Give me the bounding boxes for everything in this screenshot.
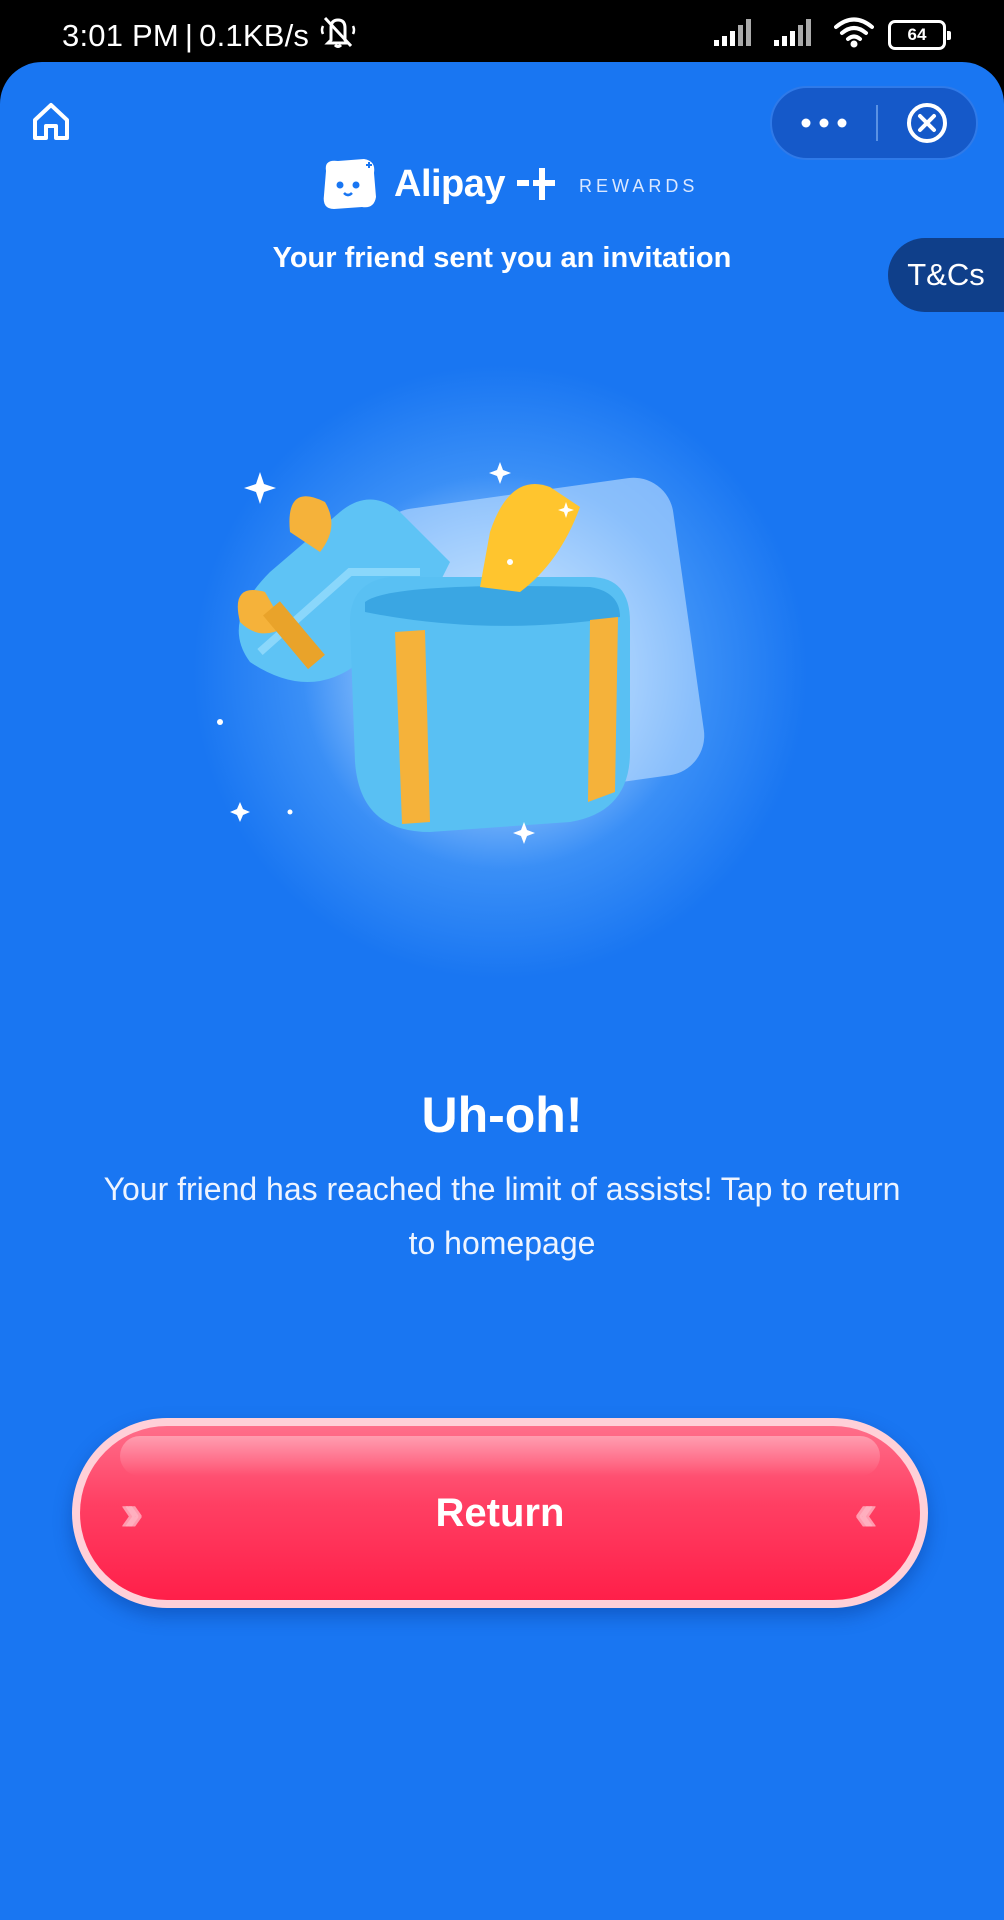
mascot-logo-icon	[323, 159, 376, 209]
return-button-label: Return	[435, 1490, 565, 1535]
home-button[interactable]	[28, 98, 74, 144]
brand-logo: Alipay REWARDS	[316, 148, 698, 220]
status-right: 64	[714, 16, 951, 53]
more-icon	[801, 118, 847, 128]
app-screen: Alipay REWARDS Your friend sent you an i…	[0, 62, 1004, 1920]
tncs-button[interactable]: T&Cs	[888, 238, 1004, 312]
status-bar: 3:01 PM | 0.1KB/s 64	[0, 0, 1004, 68]
status-time: 3:01 PM	[62, 18, 179, 53]
brand-name: Alipay	[394, 162, 506, 205]
wifi-icon	[834, 16, 874, 53]
battery-icon: 64	[888, 19, 951, 50]
signal-icon	[714, 18, 760, 51]
status-separator: |	[184, 18, 194, 53]
more-button[interactable]	[772, 88, 876, 158]
chevron-right-icon: ›››	[120, 1484, 144, 1542]
mute-icon	[319, 14, 357, 58]
close-button[interactable]	[878, 88, 976, 158]
status-speed: 0.1KB/s	[199, 18, 310, 53]
mini-program-capsule	[770, 86, 978, 160]
return-button[interactable]: ››› Return ‹‹‹	[72, 1418, 928, 1608]
status-title: Uh-oh!	[421, 1087, 583, 1143]
chevron-left-icon: ‹‹‹	[854, 1484, 878, 1542]
alipay-plus-icon	[517, 168, 556, 200]
signal-icon	[774, 18, 820, 51]
gift-box-icon	[217, 462, 705, 844]
status-message: Your friend has reached the limit of ass…	[103, 1171, 901, 1261]
battery-level: 64	[907, 25, 927, 44]
invitation-text: Your friend sent you an invitation	[272, 242, 732, 274]
return-button-face: ››› Return ‹‹‹	[80, 1426, 920, 1600]
status-left: 3:01 PM | 0.1KB/s	[62, 14, 357, 58]
home-icon	[33, 103, 69, 140]
gift-box-illustration	[190, 362, 810, 982]
close-circle-icon	[907, 103, 947, 143]
brand-rewards: REWARDS	[579, 175, 699, 196]
